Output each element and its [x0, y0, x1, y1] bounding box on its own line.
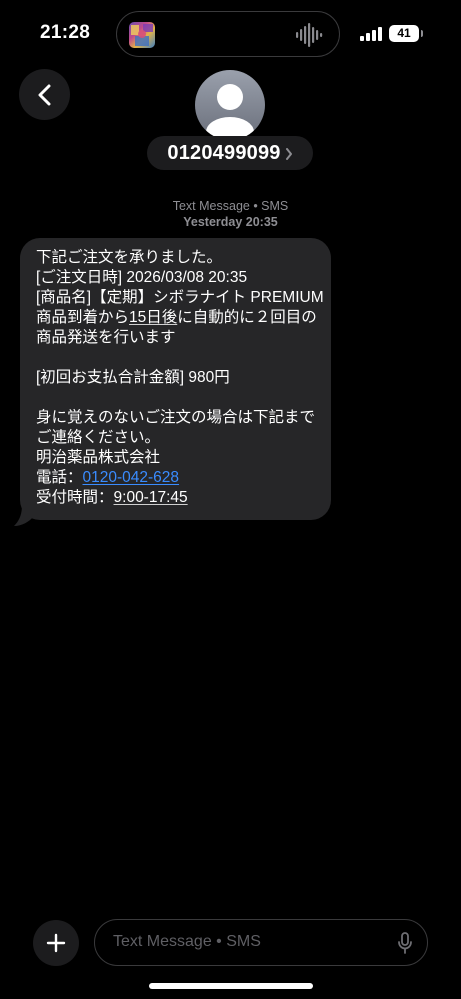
- service-label: Text Message • SMS: [172, 199, 289, 213]
- message-input-placeholder: Text Message • SMS: [113, 933, 261, 950]
- status-time: 21:28: [40, 22, 91, 43]
- contact-number: 0120499099: [167, 141, 281, 164]
- waveform-icon: [296, 23, 323, 47]
- message-line: 身に覚えのないご注文の場合は下記まで: [36, 409, 316, 426]
- message-line: 電話：0120-042-628: [36, 468, 317, 488]
- hours-time-link[interactable]: 9:00-17:45: [114, 489, 188, 506]
- message-text: に自動的に２回目の: [177, 309, 317, 326]
- message-line: 商品到着から15日後に自動的に２回目の: [36, 308, 317, 328]
- message-line: 商品発送を行います: [36, 329, 176, 346]
- message-line: 明治薬品株式会社: [36, 449, 161, 466]
- signal-icon: [360, 27, 382, 41]
- person-icon: [206, 84, 254, 140]
- message-meta: Text Message • SMS Yesterday 20:35: [0, 198, 461, 230]
- back-button[interactable]: [19, 69, 70, 120]
- message-bubble[interactable]: 下記ご注文を承りました。 [ご注文日時] 2026/03/08 20:35 [商…: [20, 238, 331, 520]
- phone-link[interactable]: 0120-042-628: [83, 469, 180, 486]
- chevron-right-icon: [285, 148, 292, 160]
- message-line: [初回お支払合計金額] 980円: [36, 369, 230, 386]
- message-timestamp: Yesterday 20:35: [183, 215, 278, 229]
- message-line: 下記ご注文を承りました。: [36, 249, 223, 266]
- plus-icon: [46, 933, 66, 953]
- message-line: 受付時間：9:00-17:45: [36, 488, 317, 508]
- home-indicator[interactable]: [149, 983, 313, 989]
- message-line: ご連絡ください。: [36, 429, 161, 446]
- apps-plus-button[interactable]: [33, 920, 79, 966]
- contact-avatar[interactable]: [195, 70, 265, 140]
- chevron-left-icon: [38, 84, 50, 105]
- phone-label: 電話：: [36, 469, 83, 486]
- message-text: 商品到着から: [36, 309, 130, 326]
- date-detected-link[interactable]: 15日後: [129, 309, 177, 326]
- battery-icon: 41: [389, 25, 423, 42]
- contact-name-button[interactable]: 0120499099: [147, 136, 313, 170]
- message-input[interactable]: Text Message • SMS: [94, 919, 428, 966]
- dynamic-island[interactable]: [116, 11, 340, 57]
- bubble-tail: [14, 505, 34, 526]
- message-line: [ご注文日時] 2026/03/08 20:35: [36, 269, 248, 286]
- album-art-icon: [129, 22, 155, 48]
- message-line: [商品名]【定期】シボラナイト PREMIUM: [36, 289, 324, 306]
- hours-label: 受付時間：: [36, 489, 114, 506]
- microphone-icon[interactable]: [397, 932, 413, 954]
